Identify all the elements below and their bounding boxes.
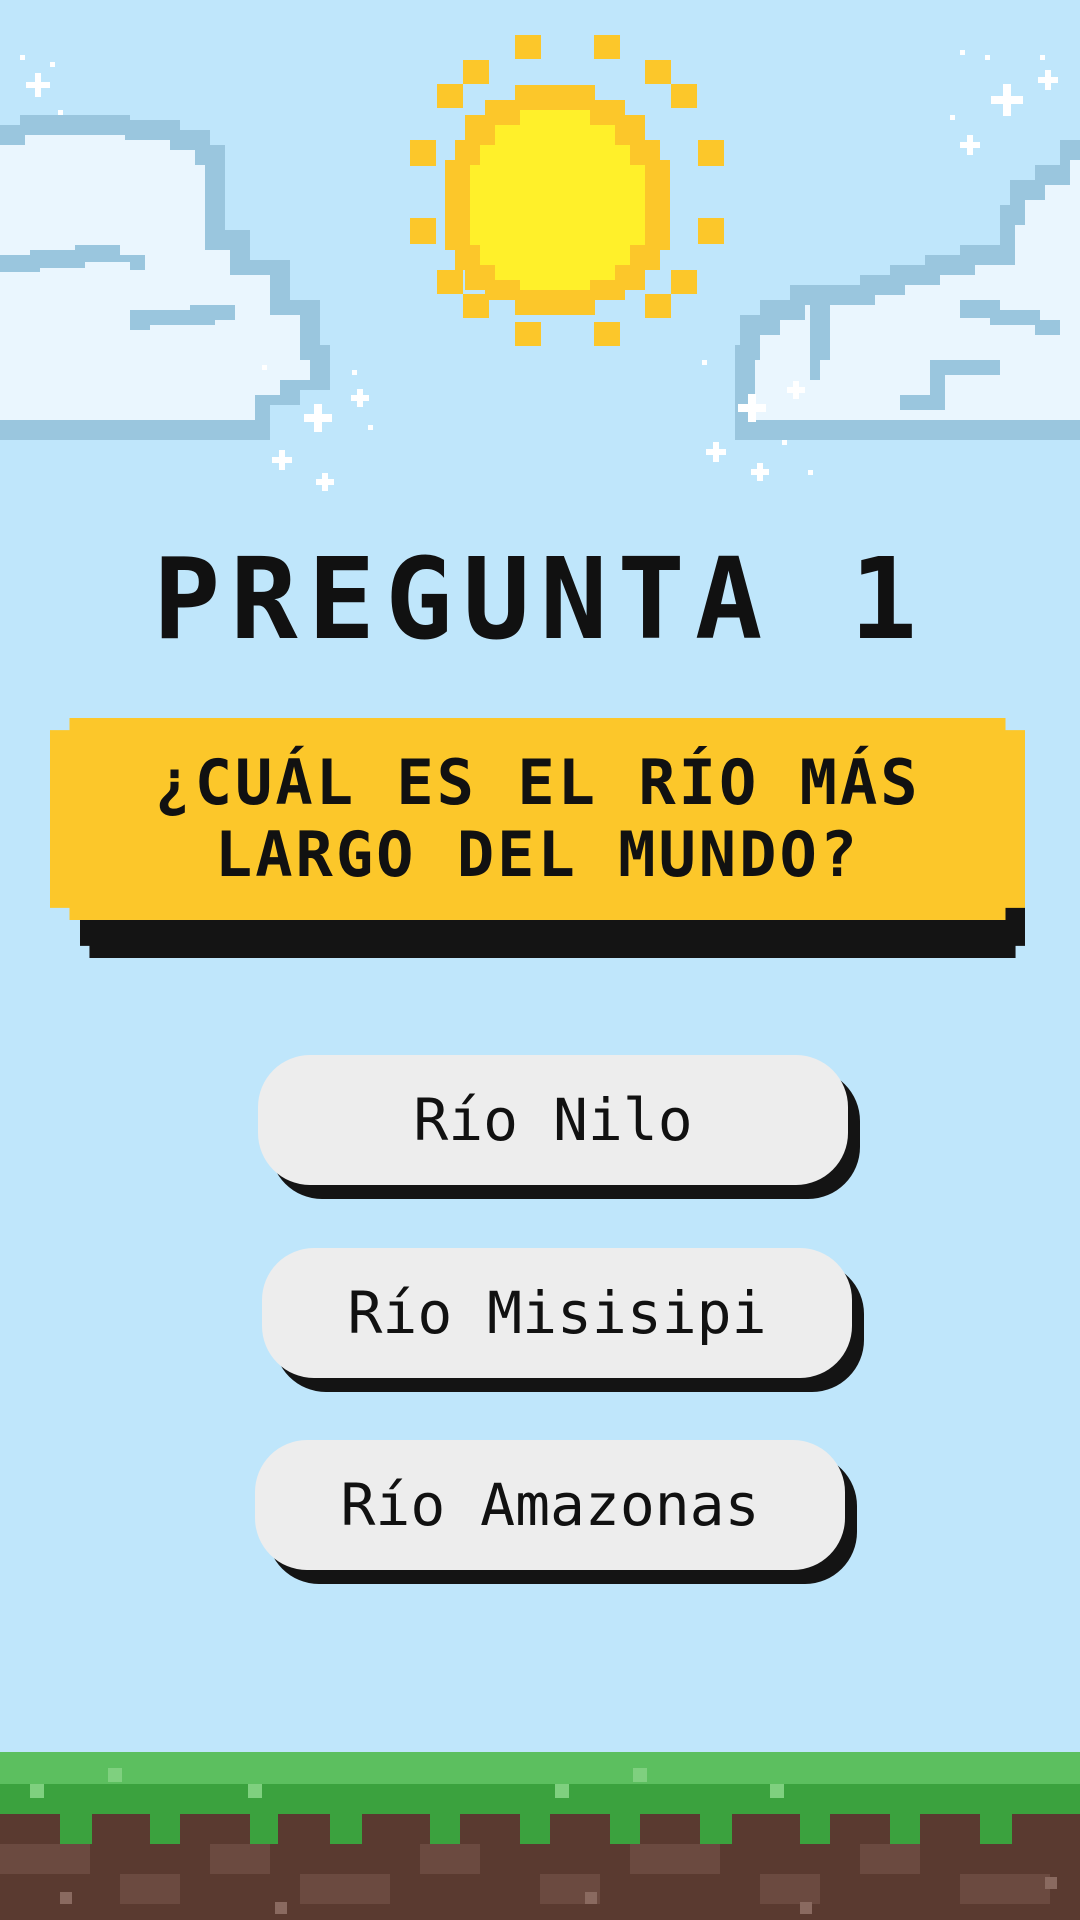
answer-option-3: Río Amazonas: [255, 1440, 857, 1584]
cloud-icon-right: [735, 140, 1080, 440]
answer-option-1: Río Nilo: [258, 1055, 860, 1199]
cloud-icon-left: [0, 115, 330, 440]
answer-option-2: Río Misisipi: [262, 1248, 864, 1392]
question-box: ¿CUÁL ES EL RÍO MÁS LARGO DEL MUNDO?: [50, 718, 1025, 920]
answer-button-rio-misisipi[interactable]: Río Misisipi: [262, 1248, 852, 1378]
grass-ground: [0, 1752, 1080, 1920]
question-text: ¿CUÁL ES EL RÍO MÁS LARGO DEL MUNDO?: [154, 746, 921, 891]
answer-button-rio-amazonas[interactable]: Río Amazonas: [255, 1440, 845, 1570]
sun-icon: [410, 35, 724, 346]
sky-decoration: [0, 35, 1080, 491]
question-panel: ¿CUÁL ES EL RÍO MÁS LARGO DEL MUNDO?: [50, 718, 1025, 958]
answer-button-rio-nilo[interactable]: Río Nilo: [258, 1055, 848, 1185]
question-number-title: PREGUNTA 1: [152, 535, 928, 665]
game-screen: PREGUNTA 1 ¿CUÁL ES EL RÍO MÁS LARGO DEL…: [0, 0, 1080, 1920]
